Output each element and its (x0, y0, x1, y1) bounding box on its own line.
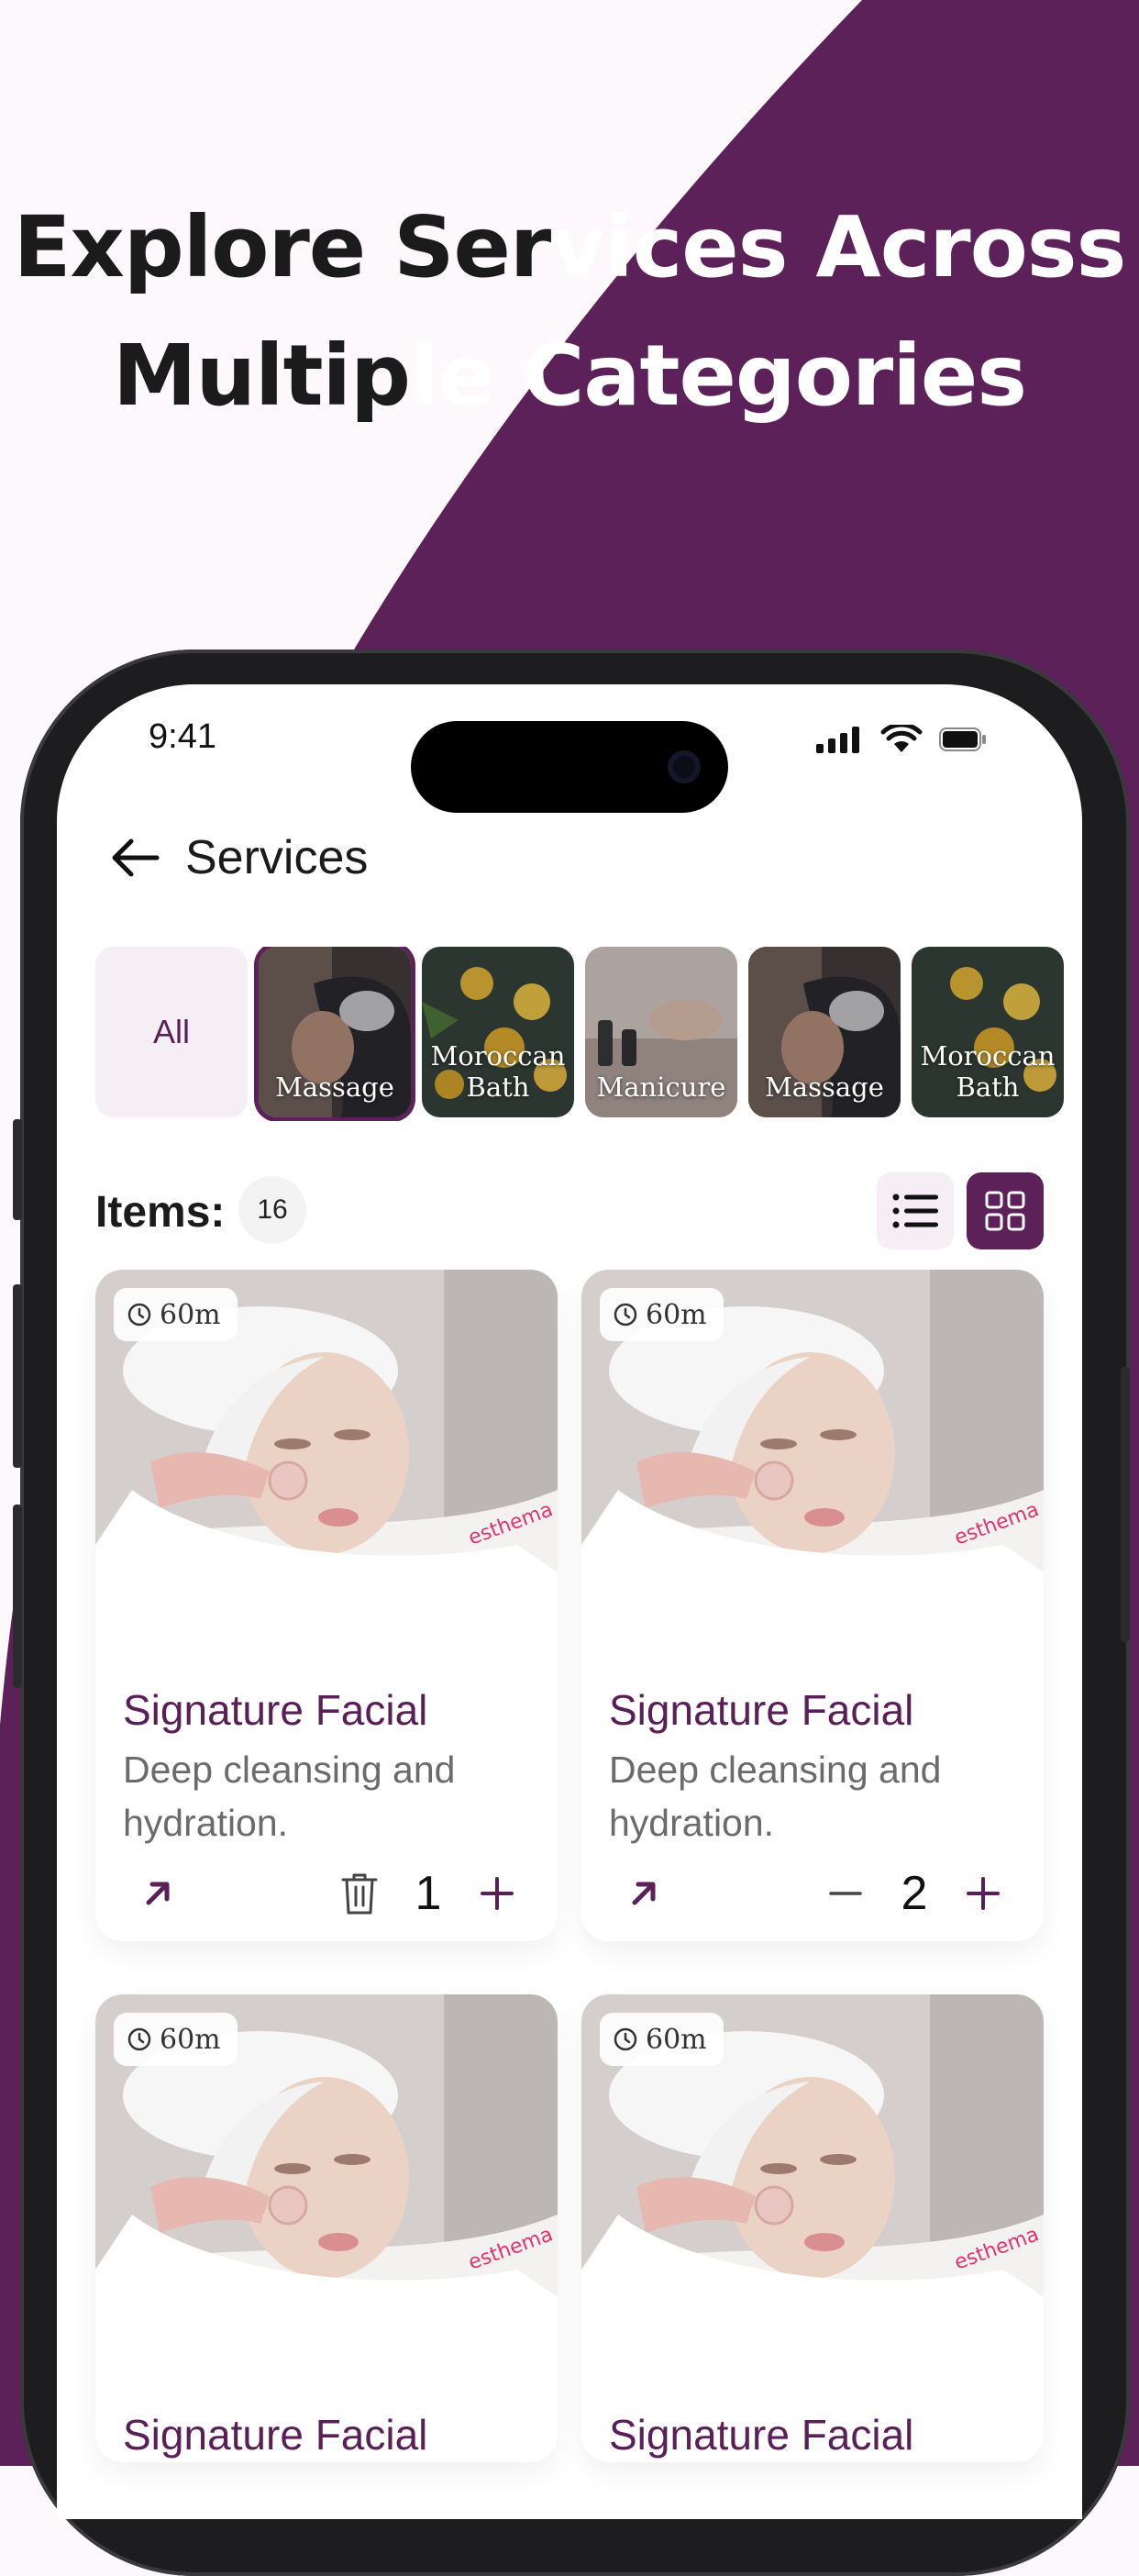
service-photo: esthema 60m (581, 1994, 1044, 2387)
page-title: Services (185, 831, 369, 884)
open-details-button[interactable] (622, 1870, 668, 1915)
service-photo: esthema 60m (581, 1270, 1044, 1662)
clock-icon (614, 2027, 637, 2051)
top-bar: Services (94, 807, 368, 908)
category-all[interactable]: All (95, 947, 248, 1117)
grid-view-button[interactable] (967, 1172, 1044, 1249)
minus-icon (829, 1892, 862, 1895)
headline-line-1: Explore Services Across (13, 198, 1127, 296)
phone-side-button (13, 1505, 22, 1688)
service-title: Signature Facial (609, 1686, 914, 1734)
category-moroccan-bath-2[interactable]: Moroccan Bath (912, 947, 1064, 1117)
grid-view-icon (985, 1191, 1025, 1231)
open-details-button[interactable] (136, 1870, 182, 1915)
plus-icon (967, 1877, 1000, 1910)
service-card[interactable]: esthema 60m Signature Facial Deep cleans… (581, 1270, 1044, 1941)
service-title: Signature Facial (123, 2411, 428, 2459)
back-button[interactable] (94, 816, 176, 899)
duration-badge: 60m (600, 2013, 724, 2066)
category-label: Moroccan Bath (430, 1040, 566, 1103)
duration-text: 60m (160, 2023, 221, 2056)
category-scroller[interactable]: All Massage Moroccan Bath Manicure Massa… (95, 947, 1082, 1121)
list-view-icon (892, 1194, 938, 1228)
category-massage-2[interactable]: Massage (748, 947, 901, 1117)
quantity-stepper: 1 (336, 1866, 521, 1921)
clock-icon (127, 1303, 151, 1327)
service-card[interactable]: esthema 60m Signature Facial (581, 1994, 1044, 2462)
arrow-left-icon (112, 838, 160, 877)
duration-text: 60m (646, 1298, 707, 1331)
category-moroccan-bath[interactable]: Moroccan Bath (422, 947, 574, 1117)
status-icons (816, 725, 987, 754)
quantity-stepper: 2 (822, 1866, 1007, 1921)
service-card[interactable]: esthema 60m Signature Facial (95, 1994, 558, 2462)
quantity-value: 1 (415, 1867, 442, 1920)
quantity-value: 2 (901, 1867, 928, 1920)
phone-side-button (1121, 1367, 1130, 1642)
cellular-icon (816, 727, 859, 753)
headline-line-2: Multiple Categories (112, 327, 1027, 425)
duration-badge: 60m (114, 2013, 238, 2066)
category-label: Moroccan Bath (920, 1040, 1056, 1103)
service-card[interactable]: esthema 60m Signature Facial Deep cleans… (95, 1270, 558, 1941)
wifi-icon (880, 725, 923, 752)
service-title: Signature Facial (123, 1686, 428, 1734)
duration-badge: 60m (600, 1288, 724, 1341)
clock-icon (127, 2027, 151, 2051)
status-time: 9:41 (149, 717, 216, 756)
duration-text: 60m (160, 1298, 221, 1331)
duration-text: 60m (646, 2023, 707, 2056)
plus-icon (481, 1877, 514, 1910)
category-massage[interactable]: Massage (259, 947, 411, 1117)
list-view-button[interactable] (877, 1172, 954, 1249)
increment-button[interactable] (959, 1870, 1007, 1917)
items-label: Items: (95, 1188, 226, 1237)
service-title: Signature Facial (609, 2411, 914, 2459)
service-description: Deep cleansing and hydration. (609, 1749, 942, 1844)
duration-badge: 60m (114, 1288, 238, 1341)
increment-button[interactable] (473, 1870, 521, 1917)
app-screen: 9:41 Services All Massage Moroccan Bath … (57, 684, 1082, 2519)
phone-side-button (13, 1284, 22, 1468)
clock-icon (614, 1303, 637, 1327)
phone-side-button (13, 1119, 22, 1220)
service-photo: esthema 60m (95, 1270, 558, 1662)
camera-icon (668, 750, 701, 783)
arrow-up-right-icon (146, 1882, 170, 1905)
service-photo: esthema 60m (95, 1994, 558, 2387)
items-count-badge: 16 (238, 1176, 306, 1244)
category-label: All (152, 1013, 190, 1050)
category-manicure[interactable]: Manicure (585, 947, 737, 1117)
trash-icon (341, 1873, 378, 1915)
category-label: Massage (275, 1071, 394, 1103)
promo-headline: Explore Services Across Multiple Categor… (0, 183, 1139, 440)
category-label: Massage (765, 1071, 884, 1103)
battery-icon (939, 727, 986, 751)
dynamic-island (411, 721, 728, 813)
arrow-up-right-icon (632, 1882, 656, 1905)
category-label: Manicure (596, 1071, 726, 1103)
remove-button[interactable] (336, 1870, 383, 1917)
service-description: Deep cleansing and hydration. (123, 1749, 456, 1844)
decrement-button[interactable] (822, 1870, 869, 1917)
